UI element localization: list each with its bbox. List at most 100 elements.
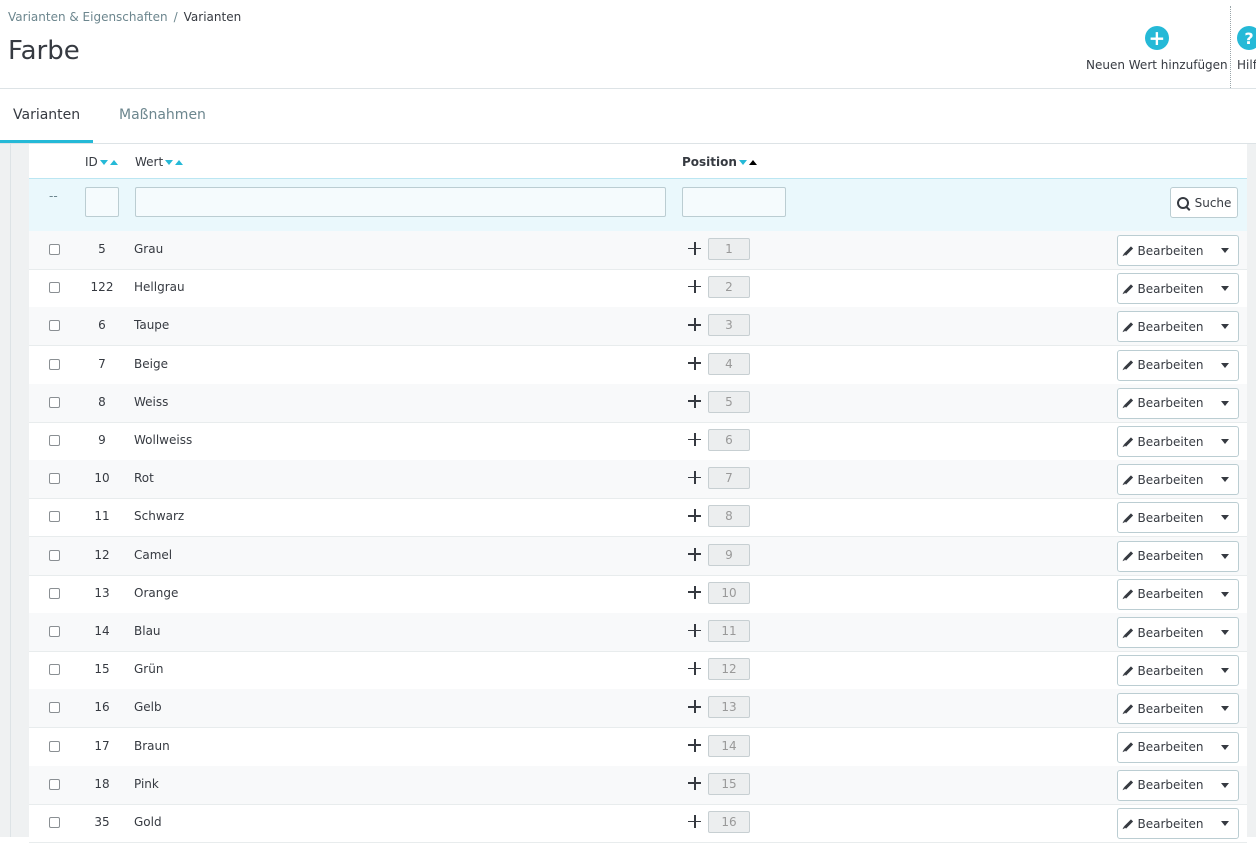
edit-button[interactable]: Bearbeiten <box>1118 656 1212 685</box>
row-checkbox[interactable] <box>49 435 60 446</box>
caret-down-icon[interactable] <box>1212 312 1238 341</box>
caret-down-icon[interactable] <box>1212 618 1238 647</box>
move-icon[interactable] <box>688 242 701 255</box>
caret-down-icon[interactable] <box>1212 656 1238 685</box>
move-icon[interactable] <box>688 509 701 523</box>
help-container: ? Hilf <box>1230 6 1256 92</box>
edit-button[interactable]: Bearbeiten <box>1118 694 1212 723</box>
edit-button[interactable]: Bearbeiten <box>1118 312 1212 341</box>
table-row: 12 Camel 9 Bearbeiten <box>29 536 1247 576</box>
sort-desc-icon[interactable] <box>738 160 747 165</box>
row-checkbox[interactable] <box>49 473 60 485</box>
edit-button[interactable]: Bearbeiten <box>1118 427 1212 456</box>
filter-id-input[interactable] <box>85 187 119 217</box>
caret-down-icon[interactable] <box>1212 580 1238 609</box>
sort-asc-icon[interactable] <box>109 160 118 165</box>
edit-button[interactable]: Bearbeiten <box>1118 771 1212 800</box>
row-checkbox[interactable] <box>49 549 60 561</box>
move-icon[interactable] <box>688 624 701 637</box>
tab-variants[interactable]: Varianten <box>0 89 94 143</box>
filter-position-input[interactable] <box>682 187 786 217</box>
row-checkbox[interactable] <box>49 817 60 828</box>
row-value: Rot <box>134 471 154 486</box>
caret-down-icon[interactable] <box>1212 771 1238 800</box>
row-action-group: Bearbeiten <box>1117 349 1239 381</box>
caret-down-icon[interactable] <box>1212 389 1238 418</box>
caret-down-icon[interactable] <box>1212 427 1238 456</box>
edit-button[interactable]: Bearbeiten <box>1118 809 1212 838</box>
tab-actions[interactable]: Maßnahmen <box>106 89 219 142</box>
column-header-value: Wert <box>135 155 184 169</box>
move-icon[interactable] <box>688 394 701 408</box>
move-icon[interactable] <box>688 776 701 790</box>
edit-label: Bearbeiten <box>1137 778 1204 793</box>
left-divider <box>10 144 11 837</box>
caret-down-icon[interactable] <box>1212 503 1238 532</box>
row-checkbox[interactable] <box>49 702 60 714</box>
row-checkbox[interactable] <box>49 740 60 752</box>
edit-button[interactable]: Bearbeiten <box>1118 236 1212 265</box>
move-icon[interactable] <box>688 815 701 828</box>
row-checkbox[interactable] <box>49 626 60 637</box>
breadcrumb-parent-link[interactable]: Varianten & Eigenschaften <box>8 10 168 24</box>
edit-button[interactable]: Bearbeiten <box>1118 503 1212 532</box>
row-checkbox[interactable] <box>49 778 60 790</box>
filter-value-input[interactable] <box>135 187 666 217</box>
move-icon[interactable] <box>688 471 701 485</box>
row-checkbox[interactable] <box>49 511 60 523</box>
edit-button[interactable]: Bearbeiten <box>1118 618 1212 647</box>
row-checkbox[interactable] <box>49 282 60 294</box>
caret-down-icon[interactable] <box>1212 274 1238 303</box>
values-table: ID Wert Position -- Suche 5 Grau 1 Bearbeit… <box>29 144 1247 844</box>
sort-asc-icon[interactable] <box>175 160 184 165</box>
row-action-group: Bearbeiten <box>1117 235 1239 266</box>
row-checkbox[interactable] <box>49 396 60 408</box>
move-icon[interactable] <box>688 700 701 714</box>
row-action-group: Bearbeiten <box>1117 426 1239 457</box>
column-header-value-label: Wert <box>135 155 164 169</box>
pencil-icon <box>1123 360 1133 370</box>
edit-button[interactable]: Bearbeiten <box>1118 274 1212 303</box>
caret-down-icon[interactable] <box>1212 236 1238 265</box>
row-checkbox[interactable] <box>49 358 60 370</box>
move-icon[interactable] <box>688 662 701 676</box>
edit-button[interactable]: Bearbeiten <box>1118 733 1212 762</box>
sort-asc-icon[interactable] <box>748 160 757 165</box>
edit-button[interactable]: Bearbeiten <box>1118 465 1212 494</box>
caret-down-icon[interactable] <box>1212 694 1238 723</box>
edit-button[interactable]: Bearbeiten <box>1118 351 1212 380</box>
table-row: 10 Rot 7 Bearbeiten <box>29 460 1247 500</box>
row-checkbox[interactable] <box>49 320 60 332</box>
sort-desc-icon[interactable] <box>165 160 174 165</box>
pencil-icon <box>1123 589 1133 599</box>
move-icon[interactable] <box>688 547 701 561</box>
caret-down-icon[interactable] <box>1212 465 1238 494</box>
edit-button[interactable]: Bearbeiten <box>1118 389 1212 418</box>
row-action-group: Bearbeiten <box>1117 655 1239 687</box>
row-checkbox[interactable] <box>49 664 60 676</box>
help-button[interactable]: ? Hilf <box>1237 26 1256 72</box>
edit-label: Bearbeiten <box>1137 243 1204 258</box>
search-button[interactable]: Suche <box>1170 187 1238 218</box>
edit-button[interactable]: Bearbeiten <box>1118 542 1212 571</box>
row-position: 3 <box>708 314 750 337</box>
move-icon[interactable] <box>688 280 701 294</box>
breadcrumb-separator: / <box>173 10 178 24</box>
add-value-button[interactable]: + Neuen Wert hinzufügen <box>1086 26 1228 72</box>
sort-desc-icon[interactable] <box>99 160 108 165</box>
pencil-icon <box>1123 704 1133 714</box>
caret-down-icon[interactable] <box>1212 809 1238 838</box>
caret-down-icon[interactable] <box>1212 351 1238 380</box>
row-checkbox[interactable] <box>49 244 60 255</box>
move-icon[interactable] <box>688 318 701 332</box>
edit-button[interactable]: Bearbeiten <box>1118 580 1212 609</box>
caret-down-icon[interactable] <box>1212 733 1238 762</box>
caret-down-icon[interactable] <box>1212 542 1238 571</box>
move-icon[interactable] <box>688 585 701 599</box>
row-checkbox[interactable] <box>49 587 60 599</box>
row-id: 5 <box>98 242 106 256</box>
move-icon[interactable] <box>688 433 701 446</box>
move-icon[interactable] <box>688 356 701 370</box>
row-position: 4 <box>708 352 750 375</box>
move-icon[interactable] <box>688 738 701 752</box>
